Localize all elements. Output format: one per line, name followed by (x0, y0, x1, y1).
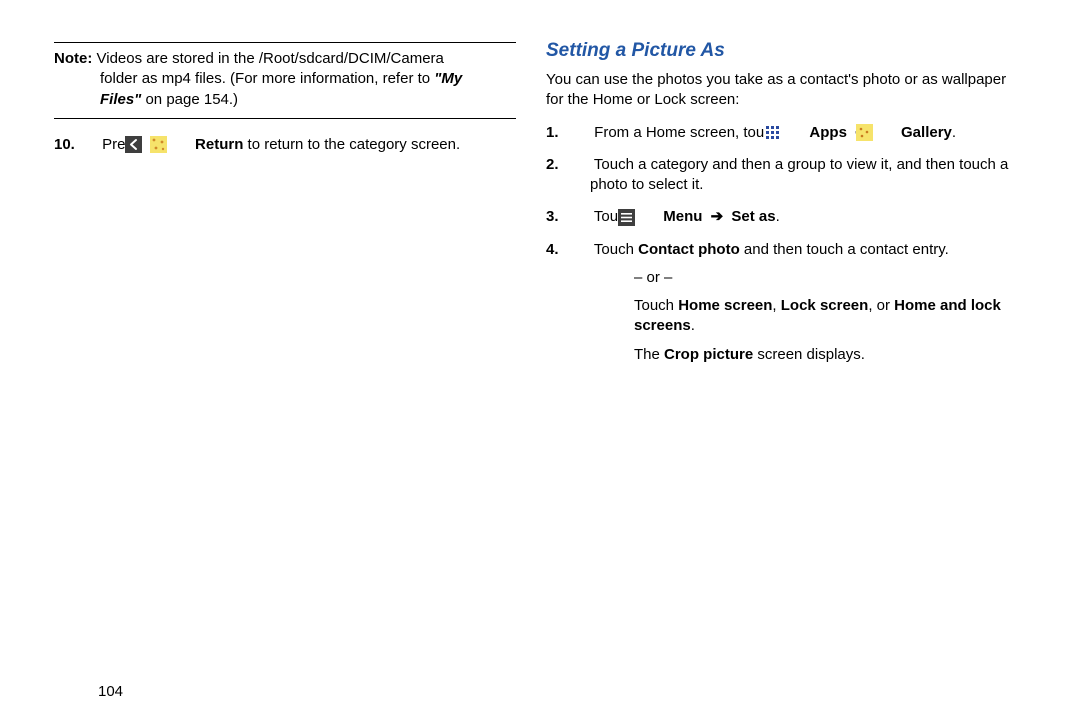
step-1: 1. From a Home screen, touch Apps (546, 123, 1026, 143)
step-4: 4. Touch Contact photo and then touch a … (546, 240, 1026, 365)
step1-period: . (952, 124, 956, 141)
step-10: 10. Press (54, 135, 516, 155)
note-text-line3b: on page 154.) (141, 91, 238, 108)
note-text-line2a: folder as mp4 files. (For more informati… (100, 70, 434, 87)
step4-period: . (691, 317, 695, 334)
horizontal-rule (54, 118, 516, 119)
step1-gallery-label: Gallery (901, 124, 952, 141)
manual-page: Note: Videos are stored in the /Root/sdc… (0, 0, 1080, 720)
right-steps: 1. From a Home screen, touch Apps (546, 123, 1026, 365)
note-block: Note: Videos are stored in the /Root/sdc… (54, 49, 516, 110)
step4-lock: Lock screen (781, 297, 869, 314)
step4-result: The Crop picture screen displays. (590, 345, 1026, 365)
two-column-layout: Note: Videos are stored in the /Root/sdc… (54, 40, 1026, 683)
step4-text-e: screen displays. (753, 346, 865, 363)
step3-menu-label: Menu (663, 208, 702, 225)
step-number: 1. (568, 123, 590, 143)
step-number: 2. (568, 155, 590, 175)
step4-comma: , (772, 297, 780, 314)
step1-text-a: From a Home screen, touch (594, 124, 784, 141)
note-label: Note: (54, 50, 92, 67)
arrow-icon: ➔ (711, 208, 724, 225)
right-column: Setting a Picture As You can use the pho… (540, 40, 1026, 683)
step4-text-a: Touch (594, 241, 638, 258)
step-number: 10. (76, 135, 98, 155)
step-return-tail: to return to the category screen. (243, 136, 460, 153)
step4-text-d: The (634, 346, 664, 363)
step-number: 3. (568, 207, 590, 227)
menu-icon (640, 209, 657, 226)
step4-comma-or: , or (868, 297, 894, 314)
left-column: Note: Videos are stored in the /Root/sdc… (54, 40, 540, 683)
page-number: 104 (54, 683, 1026, 700)
horizontal-rule (54, 42, 516, 43)
step3-period: . (776, 208, 780, 225)
step-2: 2. Touch a category and then a group to … (546, 155, 1026, 196)
step-number: 4. (568, 240, 590, 260)
gallery-icon (878, 124, 895, 141)
section-intro: You can use the photos you take as a con… (546, 70, 1026, 111)
left-steps: 10. Press (54, 135, 516, 155)
step2-text: Touch a category and then a group to vie… (590, 156, 1008, 193)
step1-apps-label: Apps (809, 124, 847, 141)
step4-text-b: and then touch a contact entry. (740, 241, 949, 258)
step4-alt: Touch Home screen, Lock screen, or Home … (590, 296, 1026, 337)
step4-crop: Crop picture (664, 346, 753, 363)
step4-contactphoto: Contact photo (638, 241, 740, 258)
step-return-label: Return (195, 136, 243, 153)
section-heading: Setting a Picture As (546, 40, 1026, 62)
note-my-files-part2: Files" (100, 91, 141, 108)
step-3: 3. Touch Menu ➔ Set as. (546, 207, 1026, 227)
step4-text-c: Touch (634, 297, 678, 314)
step4-home: Home screen (678, 297, 772, 314)
note-text-line1: Videos are stored in the /Root/sdcard/DC… (97, 50, 444, 67)
home-icon (172, 136, 189, 153)
apps-icon (786, 124, 803, 141)
step3-setas-label: Set as (731, 208, 775, 225)
note-my-files-part1: "My (434, 70, 462, 87)
step4-or: – or – (590, 268, 1026, 288)
